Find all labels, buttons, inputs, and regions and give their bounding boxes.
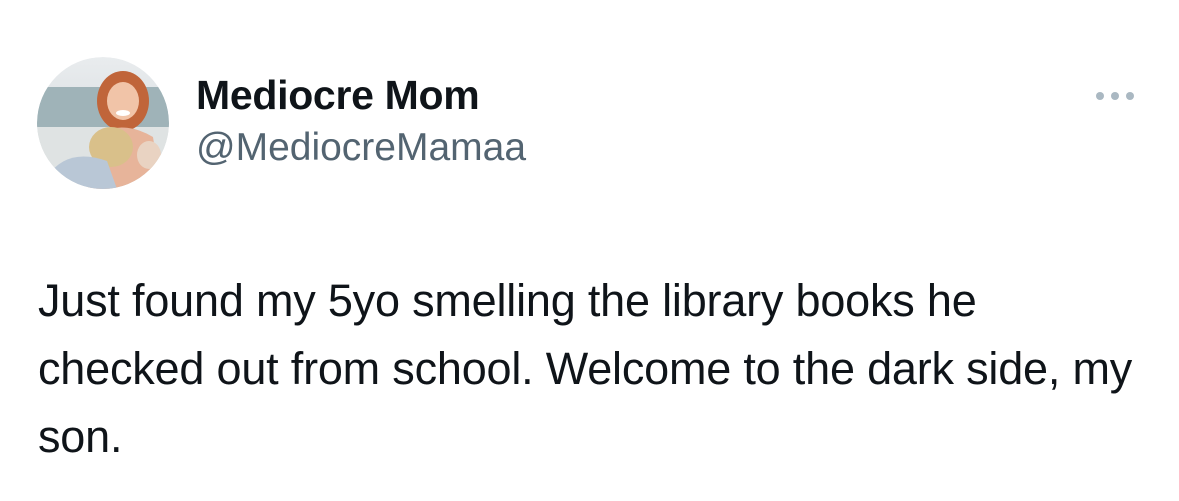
author-handle[interactable]: @MediocreMamaa <box>196 123 526 173</box>
avatar[interactable] <box>37 57 169 189</box>
tweet-card: Mediocre Mom @MediocreMamaa Just found m… <box>0 0 1179 501</box>
more-horizontal-icon <box>1096 92 1134 100</box>
tweet-text: Just found my 5yo smelling the library b… <box>38 275 1133 462</box>
avatar-photo <box>37 57 169 189</box>
more-options-button[interactable] <box>1088 80 1142 112</box>
author-display-name[interactable]: Mediocre Mom <box>196 70 480 120</box>
